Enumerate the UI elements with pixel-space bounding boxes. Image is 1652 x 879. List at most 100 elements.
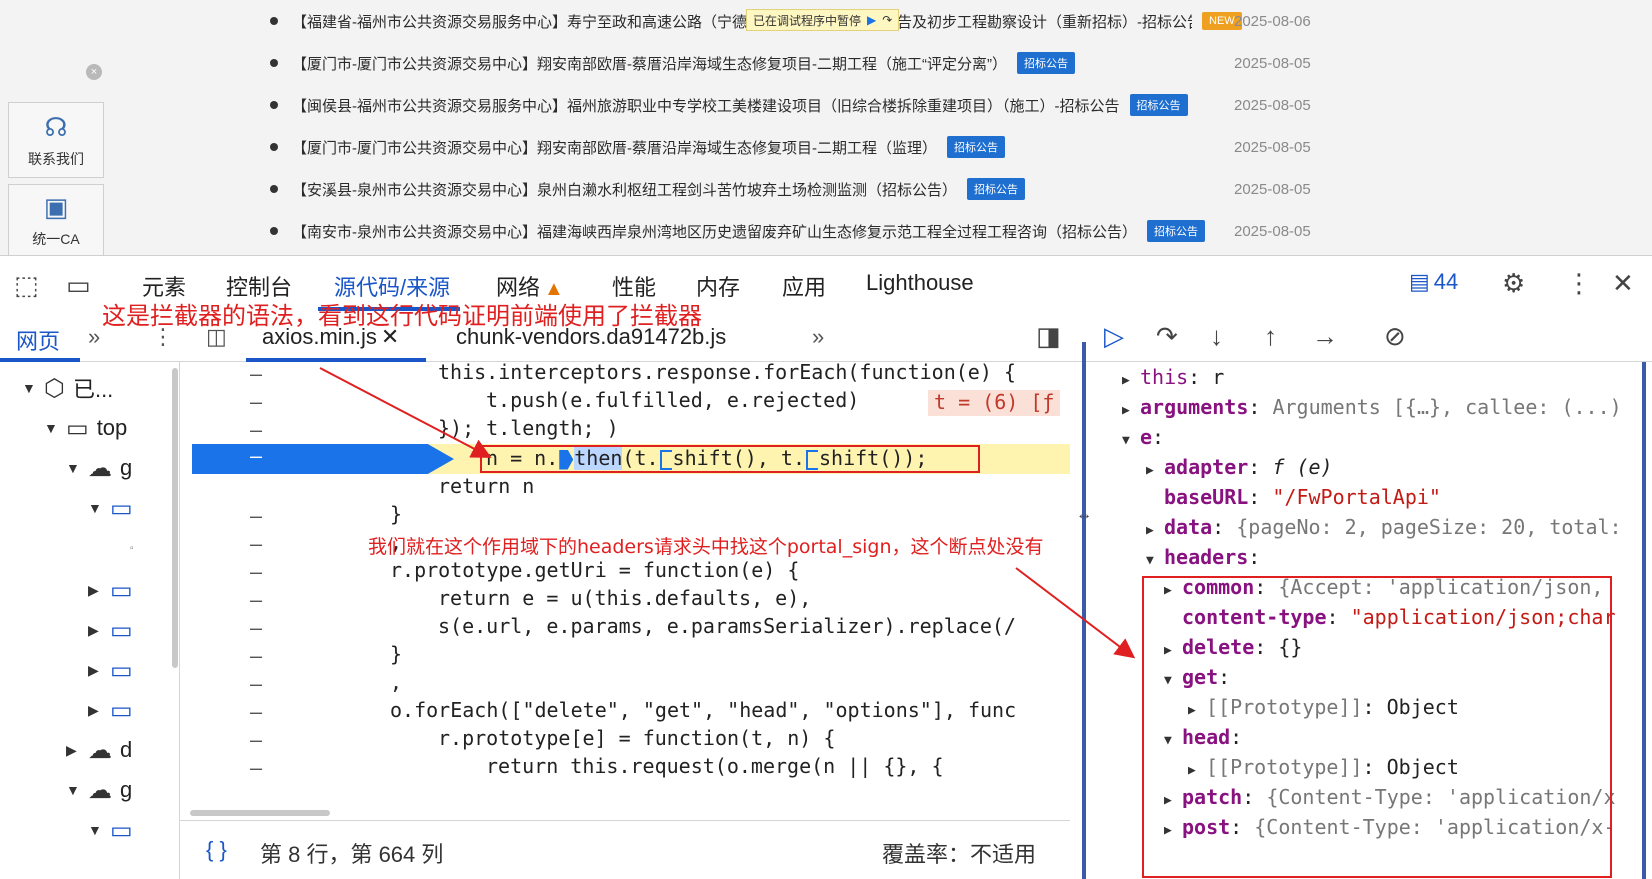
line-marker[interactable]: – (250, 728, 262, 752)
resize-icon[interactable]: ↔ (1076, 506, 1092, 524)
tree-item-folder[interactable]: ▶ ▭ (88, 570, 133, 610)
step-into-icon[interactable]: ↓ (1210, 321, 1223, 352)
tree-item-folder[interactable]: ▼ ▭ (88, 810, 133, 850)
step-over-icon[interactable]: ↷ (882, 13, 892, 27)
line-marker[interactable]: – (250, 560, 262, 584)
more-tabs-icon[interactable]: » (88, 324, 100, 350)
step-icon[interactable]: → (1312, 321, 1338, 352)
scrollbar[interactable] (190, 810, 330, 816)
tree-item-folder[interactable]: ▶ ▭ (88, 650, 133, 690)
news-title[interactable]: 【闽侯县-福州市公共资源交易服务中心】福州旅游职业中专学校工美楼建设项目（旧综合… (292, 95, 1120, 116)
scope-item-arguments[interactable]: ▶ arguments: Arguments [{…}, callee: (...… (1122, 392, 1622, 422)
expand-arrow-icon: ▼ (44, 420, 58, 436)
news-item[interactable]: 【安溪县-泉州市公共资源交易中心】泉州白濑水利枢纽工程剑斗苦竹坡弃土场检测监测（… (270, 168, 1370, 210)
tree-item-folder[interactable]: ▼ ▭ (88, 488, 133, 528)
tree-item-domain[interactable]: ▼ ☁ g (66, 448, 132, 488)
line-marker[interactable]: – (250, 362, 262, 386)
tree-item-file[interactable]: ▫ (130, 528, 134, 568)
expand-arrow-icon: ▼ (66, 460, 80, 476)
deactivate-breakpoints-icon[interactable]: ⊘ (1384, 321, 1406, 352)
more-options-icon[interactable]: ⋮ (1566, 268, 1592, 299)
line-marker[interactable]: – (250, 504, 262, 528)
scrollbar[interactable] (172, 368, 178, 668)
step-over-icon[interactable]: ↷ (1156, 321, 1178, 352)
scope-item-e[interactable]: ▼ e: (1122, 422, 1164, 452)
line-marker[interactable]: – (250, 532, 262, 556)
line-marker[interactable]: – (250, 418, 262, 442)
breakpoint-marker[interactable]: – (192, 444, 454, 474)
device-toolbar-icon[interactable]: ▭ (66, 270, 91, 301)
tab-memory[interactable]: 内存 (696, 270, 740, 302)
line-marker[interactable]: – (250, 756, 262, 780)
panel-splitter[interactable] (1082, 342, 1086, 879)
code-line: return e = u(this.defaults, e), (438, 586, 812, 610)
file-icon: ▫ (130, 542, 134, 554)
bullet (270, 17, 278, 25)
resume-icon[interactable]: ▶ (867, 13, 876, 27)
scope-item-headers[interactable]: ▼ headers: (1146, 542, 1260, 572)
scrollbar[interactable] (1642, 362, 1646, 879)
settings-icon[interactable]: ⚙ (1502, 268, 1525, 299)
tab-page[interactable]: 网页 (16, 324, 60, 356)
code-line: r.prototype.getUri = function(e) { (390, 558, 800, 582)
toggle-debugger-icon[interactable]: ◨ (1036, 321, 1061, 352)
scope-key: headers (1164, 545, 1249, 569)
more-files-icon[interactable]: » (812, 324, 824, 350)
tree-item-folder[interactable]: ▶ ▭ (88, 610, 133, 650)
news-item[interactable]: 【厦门市-厦门市公共资源交易中心】翔安南部欧厝-蔡厝沿岸海域生态修复项目-二期工… (270, 42, 1370, 84)
scope-item-adapter[interactable]: ▶ adapter: f (e) (1146, 452, 1333, 482)
pretty-print-icon[interactable]: { } (206, 837, 227, 863)
line-marker[interactable]: – (250, 700, 262, 724)
line-marker: – (250, 444, 263, 468)
tab-application[interactable]: 应用 (782, 270, 826, 302)
debugger-paused-banner: 已在调试程序中暂停 ▶ ↷ (746, 9, 900, 31)
scope-key: data (1164, 515, 1213, 539)
line-marker[interactable]: – (250, 616, 262, 640)
scope-item-data[interactable]: ▶ data: {pageNo: 2, pageSize: 20, total: (1146, 512, 1622, 542)
issues-button[interactable]: ▤ 44 (1409, 269, 1458, 295)
line-marker[interactable]: – (250, 390, 262, 414)
scope-item-baseurl[interactable]: baseURL: "/FwPortalApi" (1164, 482, 1441, 512)
code-editor[interactable]: – – – – – – – – – – – – – – this.interce… (180, 362, 1070, 820)
contact-us-label: 联系我们 (28, 150, 84, 167)
step-out-icon[interactable]: ↑ (1264, 321, 1277, 352)
tree-item-top[interactable]: ▼ ▭ top (44, 408, 127, 448)
scope-value: f (e) (1272, 455, 1333, 479)
tree-item-authored[interactable]: ▼ ⬡ 已... (22, 368, 113, 408)
unified-ca-widget[interactable]: ▣ 统一CA (8, 184, 104, 255)
tab-lighthouse[interactable]: Lighthouse (866, 270, 974, 296)
inline-value: t = (6) [ƒ (928, 390, 1061, 416)
line-marker[interactable]: – (250, 644, 262, 668)
scope-key: adapter (1164, 455, 1249, 479)
news-title[interactable]: 【福建省-福州市公共资源交易服务中心】寿宁至政和高速公路（宁德段）工程可行性研究… (292, 11, 1192, 32)
cube-icon: ⬡ (44, 374, 65, 402)
expand-arrow-icon: ▼ (88, 822, 102, 838)
coverage-status: 覆盖率：不适用 (882, 842, 1037, 867)
tree-item-domain[interactable]: ▼ ☁ g (66, 770, 132, 810)
news-item[interactable]: 【闽侯县-福州市公共资源交易服务中心】福州旅游职业中专学校工美楼建设项目（旧综合… (270, 84, 1370, 126)
tree-item-label: top (96, 415, 128, 440)
scope-key: arguments (1140, 395, 1249, 419)
expand-arrow-icon: ▶ (66, 741, 77, 758)
news-item[interactable]: 【厦门市-厦门市公共资源交易中心】翔安南部欧厝-蔡厝沿岸海域生态修复项目-二期工… (270, 126, 1370, 168)
annotation-top: 这是拦截器的语法，看到这行代码证明前端使用了拦截器 (102, 302, 702, 330)
news-title[interactable]: 【南安市-泉州市公共资源交易中心】福建海峡西岸泉州湾地区历史遗留废弃矿山生态修复… (292, 221, 1137, 242)
tree-item-folder[interactable]: ▶ ▭ (88, 690, 133, 730)
inspect-element-icon[interactable]: ⬚ (14, 270, 39, 301)
code-line: , (390, 670, 403, 694)
scope-value: r (1212, 365, 1225, 389)
close-icon[interactable]: × (86, 64, 102, 80)
line-marker[interactable]: – (250, 588, 262, 612)
news-title[interactable]: 【厦门市-厦门市公共资源交易中心】翔安南部欧厝-蔡厝沿岸海域生态修复项目-二期工… (292, 137, 937, 158)
code-line: o.forEach(["delete", "get", "head", "opt… (390, 698, 1017, 722)
news-item[interactable]: 【南安市-泉州市公共资源交易中心】福建海峡西岸泉州湾地区历史遗留废弃矿山生态修复… (270, 210, 1370, 252)
scope-item-this[interactable]: ▶ this: r (1122, 362, 1224, 392)
close-devtools-icon[interactable]: ✕ (1612, 268, 1634, 299)
news-title[interactable]: 【厦门市-厦门市公共资源交易中心】翔安南部欧厝-蔡厝沿岸海域生态修复项目-二期工… (292, 53, 1007, 74)
resume-icon[interactable]: ▷ (1104, 321, 1124, 352)
line-marker[interactable]: – (250, 672, 262, 696)
tree-item-domain[interactable]: ▶ ☁ d (66, 730, 132, 770)
code-line: }); t.length; ) (438, 416, 619, 440)
contact-us-widget[interactable]: ☊ 联系我们 (8, 102, 104, 178)
news-title[interactable]: 【安溪县-泉州市公共资源交易中心】泉州白濑水利枢纽工程剑斗苦竹坡弃土场检测监测（… (292, 179, 957, 200)
